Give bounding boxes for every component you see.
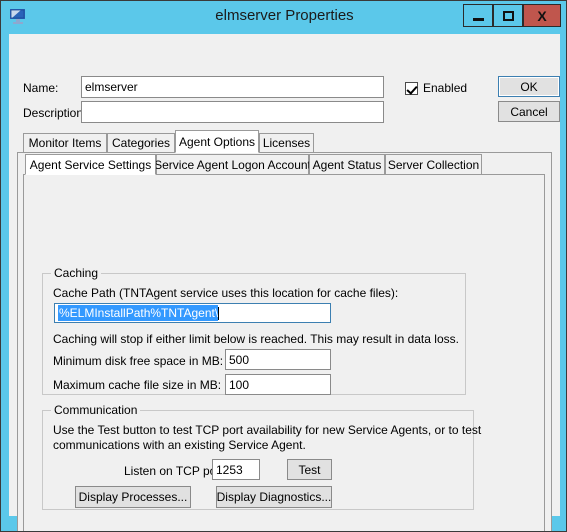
cache-path-value: %ELMInstallPath%TNTAgent\ xyxy=(58,305,219,321)
display-diagnostics-button[interactable]: Display Diagnostics... xyxy=(216,486,332,508)
dialog-client-area: Name: elmserver Description Enabled OK C… xyxy=(9,34,560,531)
maximum-cache-file-size-input[interactable]: 100 xyxy=(225,374,331,395)
close-button[interactable]: X xyxy=(523,4,561,27)
minimize-button[interactable] xyxy=(463,4,493,27)
properties-dialog-window: elmserver Properties X Name: elmserver D… xyxy=(0,0,567,532)
description-input[interactable] xyxy=(81,101,384,123)
tab-agent-options[interactable]: Agent Options xyxy=(175,130,259,153)
close-icon: X xyxy=(537,7,547,24)
ok-button[interactable]: OK xyxy=(498,76,560,97)
tcp-port-input[interactable]: 1253 xyxy=(212,459,260,480)
tab-agent-service-settings[interactable]: Agent Service Settings xyxy=(25,154,156,175)
caching-warning-text: Caching will stop if either limit below … xyxy=(53,332,459,346)
checkbox-checked-icon xyxy=(405,81,418,95)
communication-description-line2: communications with an existing Service … xyxy=(53,438,306,452)
cache-path-input[interactable]: %ELMInstallPath%TNTAgent\ xyxy=(54,303,331,323)
tab-service-agent-logon-account[interactable]: Service Agent Logon Account xyxy=(154,154,311,175)
cancel-button[interactable]: Cancel xyxy=(498,101,560,122)
title-bar[interactable]: elmserver Properties X xyxy=(1,1,566,34)
tab-server-collection[interactable]: Server Collection xyxy=(385,154,482,175)
description-label: Description xyxy=(23,106,84,120)
minimize-icon xyxy=(472,18,484,21)
communication-description-line1: Use the Test button to test TCP port ava… xyxy=(53,423,482,437)
cache-path-label: Cache Path (TNTAgent service uses this l… xyxy=(53,286,399,300)
caching-group-title: Caching xyxy=(51,266,102,280)
tab-monitor-items[interactable]: Monitor Items xyxy=(23,133,107,153)
maximize-button[interactable] xyxy=(493,4,523,27)
name-input[interactable]: elmserver xyxy=(81,76,384,98)
communication-group-title: Communication xyxy=(51,403,141,417)
tab-agent-status[interactable]: Agent Status xyxy=(309,154,385,175)
text-caret xyxy=(218,306,220,320)
minimum-disk-free-space-label: Minimum disk free space in MB: xyxy=(53,354,224,368)
test-button[interactable]: Test xyxy=(287,459,332,480)
maximum-cache-file-size-label: Maximum cache file size in MB: xyxy=(53,378,222,392)
enabled-checkbox[interactable]: Enabled xyxy=(405,81,467,95)
minimum-disk-free-space-input[interactable]: 500 xyxy=(225,349,331,370)
name-label: Name: xyxy=(23,81,59,95)
tab-licenses[interactable]: Licenses xyxy=(259,133,314,153)
enabled-label: Enabled xyxy=(423,81,468,95)
maximize-icon xyxy=(502,10,514,21)
tab-categories[interactable]: Categories xyxy=(107,133,175,153)
computer-monitor-icon xyxy=(10,9,25,24)
display-processes-button[interactable]: Display Processes... xyxy=(75,486,191,508)
